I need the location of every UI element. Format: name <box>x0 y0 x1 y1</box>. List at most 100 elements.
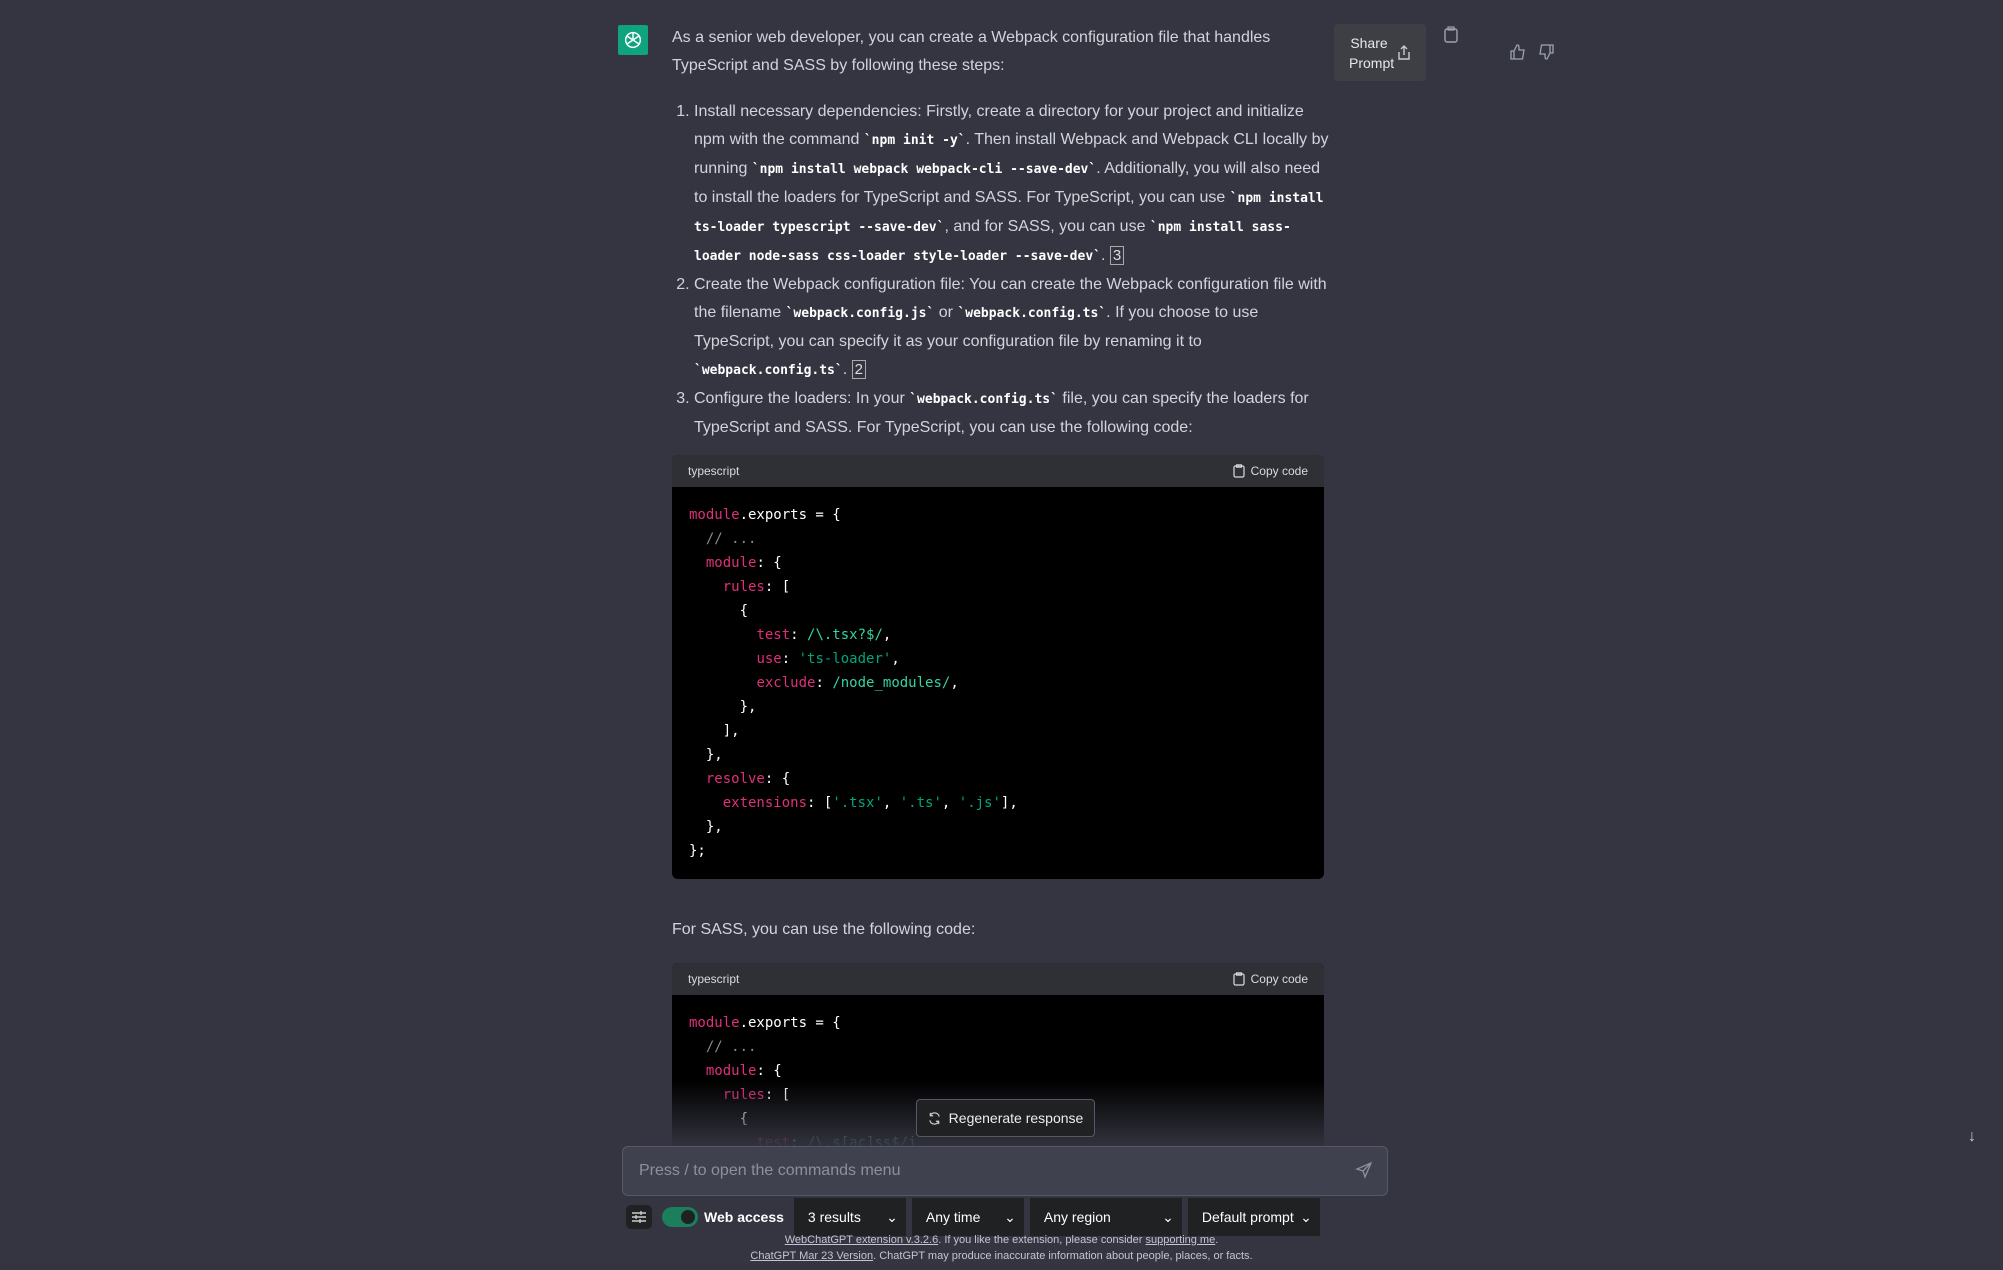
prompt-input[interactable] <box>623 1147 1345 1195</box>
code-line: // ... <box>689 1035 1307 1059</box>
code-line: exclude: /node_modules/, <box>689 671 1307 695</box>
code-language: typescript <box>688 972 740 986</box>
results-select[interactable]: 3 results ⌄ <box>793 1198 906 1236</box>
code-line: // ... <box>689 527 1307 551</box>
code-token: , <box>891 651 900 667</box>
code-line: }, <box>689 743 1307 767</box>
copy-code-label: Copy code <box>1250 464 1308 478</box>
inline-code: `npm init -y` <box>863 133 966 148</box>
code-line: module.exports = { <box>689 1011 1307 1035</box>
footer-text: . ChatGPT may produce inaccurate informa… <box>873 1250 1253 1262</box>
code-token: use <box>756 651 782 667</box>
thumbs-up-icon <box>1510 44 1525 60</box>
steps-list: Install necessary dependencies: Firstly,… <box>672 98 1332 442</box>
code-token: : <box>815 675 833 691</box>
code-line: }; <box>689 839 1307 863</box>
refresh-icon <box>928 1111 940 1125</box>
code-token: /\.tsx?$/ <box>807 627 883 643</box>
send-button[interactable] <box>1355 1161 1373 1184</box>
share-prompt-label: Share Prompt <box>1349 34 1395 71</box>
share-icon <box>1398 44 1410 60</box>
code-line: }, <box>689 695 1307 719</box>
step-item: Install necessary dependencies: Firstly,… <box>694 98 1332 271</box>
code-token: }, <box>689 747 723 763</box>
code-token: // ... <box>705 1039 757 1055</box>
code-block-header: typescript Copy code <box>672 963 1324 995</box>
extension-footer: WebChatGPT extension v.3.2.6. If you lik… <box>0 1234 2003 1246</box>
time-select[interactable]: Any time ⌄ <box>911 1198 1024 1236</box>
code-token: rules <box>722 579 765 595</box>
step-text: or <box>934 304 958 321</box>
code-token: ], <box>1000 795 1018 811</box>
scroll-down-button[interactable]: ↓ <box>1968 1128 1976 1146</box>
code-line: rules: [ <box>689 575 1307 599</box>
code-token: : { <box>764 771 791 787</box>
copy-code-label: Copy code <box>1250 972 1308 986</box>
code-token: resolve <box>705 771 765 787</box>
code-token: }; <box>689 843 706 859</box>
chatgpt-avatar <box>618 25 648 55</box>
code-token: .exports = { <box>739 507 841 523</box>
version-link[interactable]: ChatGPT Mar 23 Version <box>750 1250 873 1262</box>
citation-link[interactable]: 3 <box>1109 246 1125 265</box>
code-line: module.exports = { <box>689 503 1307 527</box>
supporting-me-link[interactable]: supporting me <box>1146 1234 1216 1246</box>
citation-link[interactable]: 2 <box>851 360 866 379</box>
send-icon <box>1355 1161 1373 1179</box>
code-token: '.tsx' <box>832 795 883 811</box>
code-line: test: /\.tsx?$/, <box>689 623 1307 647</box>
code-line: module: { <box>689 551 1307 575</box>
copy-code-button[interactable]: Copy code <box>1233 464 1308 478</box>
region-value: Any region <box>1043 1209 1111 1225</box>
code-token: : [ <box>807 795 833 811</box>
web-access-label: Web access <box>704 1209 784 1225</box>
code-token: : <box>781 651 799 667</box>
code-line: ], <box>689 719 1307 743</box>
web-access-toggle[interactable] <box>662 1207 698 1227</box>
code-token: , <box>950 675 959 691</box>
regenerate-response-button[interactable]: Regenerate response <box>916 1099 1095 1137</box>
step-text: . <box>1101 247 1110 264</box>
extension-link[interactable]: WebChatGPT extension v.3.2.6 <box>785 1234 938 1246</box>
step-item: Create the Webpack configuration file: Y… <box>694 271 1332 385</box>
clipboard-icon <box>1233 972 1245 986</box>
clipboard-icon <box>1444 26 1458 43</box>
settings-button[interactable] <box>626 1205 652 1229</box>
inline-code: `webpack.config.js` <box>785 306 935 321</box>
footer-text: . <box>1215 1234 1219 1246</box>
code-token: module <box>705 1063 757 1079</box>
sliders-icon <box>632 1211 646 1223</box>
code-line: use: 'ts-loader', <box>689 647 1307 671</box>
thumbs-down-button[interactable] <box>1538 44 1554 65</box>
code-token: 'ts-loader' <box>798 651 892 667</box>
chevron-down-icon: ⌄ <box>1162 1208 1174 1225</box>
assistant-message: As a senior web developer, you can creat… <box>672 24 1332 442</box>
inline-code: `webpack.config.ts` <box>957 306 1107 321</box>
thumbs-up-button[interactable] <box>1510 44 1526 65</box>
chevron-down-icon: ⌄ <box>1004 1208 1016 1225</box>
prompt-value: Default prompt <box>1201 1209 1294 1225</box>
share-prompt-button[interactable]: Share Prompt <box>1334 24 1426 81</box>
region-select[interactable]: Any region ⌄ <box>1029 1198 1182 1236</box>
code-line: { <box>689 599 1307 623</box>
prompt-select[interactable]: Default prompt ⌄ <box>1187 1198 1320 1236</box>
code-line: resolve: { <box>689 767 1307 791</box>
code-token: }, <box>689 819 723 835</box>
code-token: }, <box>689 699 757 715</box>
code-token: , <box>882 627 892 643</box>
clipboard-icon <box>1233 464 1245 478</box>
code-token: : <box>790 627 808 643</box>
copy-message-button[interactable] <box>1444 26 1458 48</box>
inline-code: `npm install webpack webpack-cli --save-… <box>751 162 1097 177</box>
code-token: module <box>689 1015 740 1031</box>
copy-code-button[interactable]: Copy code <box>1233 972 1308 986</box>
code-token: '.js' <box>958 795 1001 811</box>
